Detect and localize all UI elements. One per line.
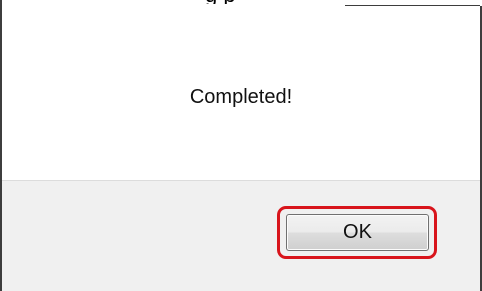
clipped-title-fragment: g p	[205, 0, 345, 4]
dialog-content: Completed!	[2, 6, 480, 180]
completion-message: Completed!	[189, 86, 293, 108]
ok-button[interactable]: OK	[286, 214, 429, 251]
completion-dialog: g p Completed! OK	[0, 0, 482, 291]
dialog-footer: OK	[2, 180, 480, 291]
